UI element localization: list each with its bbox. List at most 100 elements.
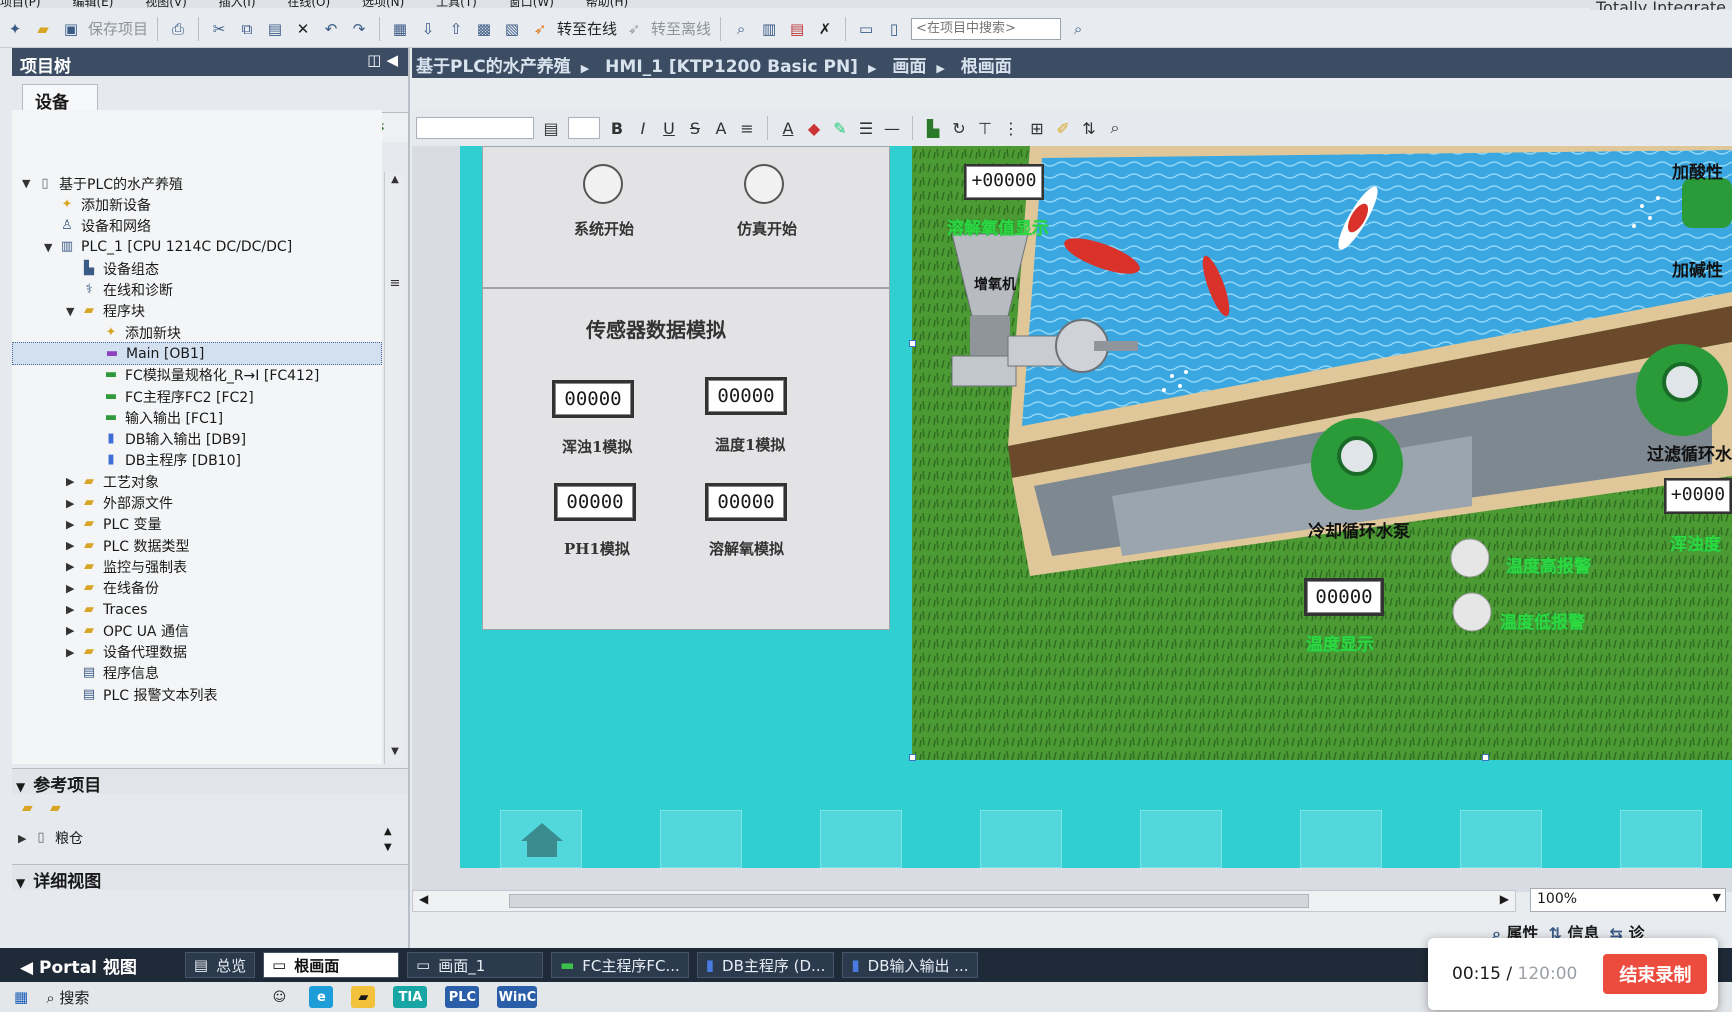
tree-item[interactable]: ▶ ▰ 监控与强制表 <box>12 555 382 578</box>
ph-sim-field[interactable]: 00000 <box>554 483 636 521</box>
font-select[interactable] <box>416 117 534 139</box>
split-vertical-icon[interactable]: ▯ <box>883 18 905 40</box>
split-horizontal-icon[interactable]: ▭ <box>855 18 877 40</box>
canvas-horizontal-scrollbar[interactable]: ◀ ▶ <box>412 890 1516 912</box>
font-color-icon[interactable]: A <box>779 119 797 138</box>
accessible-devices-icon[interactable]: ⌕ <box>730 18 752 40</box>
folder-icon[interactable]: ▰ <box>351 986 376 1008</box>
selection-handle[interactable] <box>1482 754 1489 761</box>
breadcrumb-item[interactable]: 基于PLC的水产养殖 <box>416 57 571 77</box>
detail-view-header[interactable]: ▼ 详细视图 <box>12 864 408 892</box>
tree-item[interactable]: ▬ 输入输出 [FC1] <box>12 406 382 429</box>
go-offline-icon[interactable]: ➶ <box>623 18 645 40</box>
layer-icon[interactable]: ▙ <box>924 119 942 138</box>
menu-item-project[interactable]: 项目(P) <box>0 0 41 8</box>
order-icon[interactable]: ⇅ <box>1080 119 1098 138</box>
tab-screen-1[interactable]: ▭ 画面_1 <box>407 952 544 978</box>
tree-item[interactable]: ▙ 设备组态 <box>12 257 382 280</box>
taskbar-search[interactable]: ⌕ 搜索 <box>46 987 89 1008</box>
fill-color-icon[interactable]: ◆ <box>805 119 823 138</box>
tree-item[interactable]: ▶ ▰ 工艺对象 <box>12 470 382 493</box>
save-project-button[interactable]: 保存项目 <box>88 18 148 39</box>
expand-icon[interactable]: ▶ <box>66 475 80 488</box>
expand-icon[interactable]: ▶ <box>66 582 80 595</box>
download-icon[interactable]: ⇩ <box>417 18 439 40</box>
group-icon[interactable]: ⊞ <box>1028 119 1046 138</box>
tia-portal-icon[interactable]: TIA <box>393 986 428 1008</box>
tree-item[interactable]: ♙ 设备和网络 <box>12 215 382 238</box>
tree-item[interactable]: ▮ DB主程序 [DB10] <box>12 449 382 472</box>
expand-icon[interactable]: ▶ <box>66 624 80 637</box>
simulation-start-button[interactable] <box>744 164 784 204</box>
align-icon[interactable]: ≡ <box>738 119 756 138</box>
save-icon[interactable]: ▣ <box>60 18 82 40</box>
temperature-sim-field[interactable]: 00000 <box>705 377 787 415</box>
tab-db-main[interactable]: ▮ DB主程序 (D... <box>696 952 835 978</box>
scroll-down-icon[interactable]: ▼ <box>384 842 392 853</box>
expand-icon[interactable]: ▶ <box>66 603 80 616</box>
align-top-icon[interactable]: ⊤ <box>976 119 994 138</box>
simulate-icon[interactable]: ▩ <box>473 18 495 40</box>
simulation-icon[interactable]: ▧ <box>501 18 523 40</box>
reference-scrollbar[interactable]: ▲ ▼ <box>384 826 404 860</box>
copy-icon[interactable]: ⧉ <box>236 18 258 40</box>
tree-scrollbar[interactable]: ▲ ≡ ▼ <box>384 172 404 764</box>
expand-icon[interactable]: ▶ <box>66 497 80 510</box>
tab-db-io[interactable]: ▮ DB输入输出 ... <box>842 952 978 978</box>
scroll-up-icon[interactable]: ▲ <box>387 174 403 190</box>
expand-icon[interactable]: ▶ <box>66 518 80 531</box>
zoom-select[interactable]: 100% ▼ <box>1530 888 1726 912</box>
tree-item[interactable]: ⚕ 在线和诊断 <box>12 279 382 302</box>
tree-item[interactable]: ▤ 程序信息 <box>12 662 382 685</box>
tag-icon[interactable]: ✐ <box>1054 119 1072 138</box>
line-color-icon[interactable]: ✎ <box>831 119 849 138</box>
tree-item[interactable]: ▶ ▰ PLC 变量 <box>12 513 382 536</box>
nav-button[interactable] <box>820 810 902 868</box>
stop-recording-button[interactable]: 结束录制 <box>1603 954 1708 994</box>
upload-icon[interactable]: ⇧ <box>445 18 467 40</box>
go-offline-button[interactable]: 转至离线 <box>651 18 711 39</box>
breadcrumb-item[interactable]: HMI_1 [KTP1200 Basic PN] <box>605 57 858 77</box>
compile-icon[interactable]: ▦ <box>389 18 411 40</box>
nav-button[interactable] <box>1300 810 1382 868</box>
new-project-icon[interactable]: ✦ <box>4 18 26 40</box>
paste-icon[interactable]: ▤ <box>264 18 286 40</box>
tree-item[interactable]: ▶ ▰ PLC 数据类型 <box>12 534 382 557</box>
scrollbar-thumb[interactable] <box>509 894 1309 908</box>
collapse-icon[interactable]: ▼ <box>66 305 80 318</box>
close-tool-icon[interactable]: ✗ <box>814 18 836 40</box>
undo-icon[interactable]: ↶ <box>320 18 342 40</box>
temp-display-field[interactable]: 00000 <box>1304 578 1384 616</box>
line-width-icon[interactable]: ☰ <box>857 119 875 138</box>
scroll-up-icon[interactable]: ▲ <box>384 826 392 837</box>
search-icon[interactable]: ⌕ <box>1067 18 1089 40</box>
tree-item[interactable]: ▼ ▰ 程序块 <box>12 300 382 323</box>
menu-item-insert[interactable]: 插入(I) <box>219 0 256 8</box>
italic-button[interactable]: I <box>634 119 652 138</box>
redo-icon[interactable]: ↷ <box>348 18 370 40</box>
oxygen-display-field[interactable]: +00000 <box>964 164 1044 200</box>
tree-item[interactable]: ▶ ▰ OPC UA 通信 <box>12 619 382 642</box>
menu-item-options[interactable]: 选项(N) <box>362 0 404 8</box>
tree-item[interactable]: ▮ DB输入输出 [DB9] <box>12 428 382 451</box>
tree-item[interactable]: ▼ ▥ PLC_1 [CPU 1214C DC/DC/DC] <box>12 236 382 259</box>
selection-handle[interactable] <box>909 340 916 347</box>
system-start-button[interactable] <box>583 164 623 204</box>
open-reference-icon[interactable]: ▰ <box>22 800 33 816</box>
tab-fc-main[interactable]: ▬ FC主程序FC... <box>551 952 689 978</box>
nav-button[interactable] <box>980 810 1062 868</box>
nav-button[interactable] <box>1460 810 1542 868</box>
open-project-icon[interactable]: ▰ <box>32 18 54 40</box>
breadcrumb-item[interactable]: 根画面 <box>961 57 1012 77</box>
monitor-icon[interactable]: ▤ <box>786 18 808 40</box>
strikethrough-button[interactable]: S <box>686 119 704 138</box>
distribute-icon[interactable]: ⋮ <box>1002 119 1020 138</box>
menu-item-online[interactable]: 在线(O) <box>287 0 330 8</box>
wincc-icon[interactable]: WinC <box>497 986 538 1008</box>
home-button[interactable] <box>500 810 582 868</box>
tree-item[interactable]: ▶ ▰ 设备代理数据 <box>12 641 382 664</box>
taskbar-app-icon[interactable]: ☺ <box>267 986 291 1008</box>
tab-root-screen[interactable]: ▭ 根画面 <box>263 952 400 978</box>
nav-button[interactable] <box>1620 810 1702 868</box>
print-icon[interactable]: ⎙ <box>167 18 189 40</box>
